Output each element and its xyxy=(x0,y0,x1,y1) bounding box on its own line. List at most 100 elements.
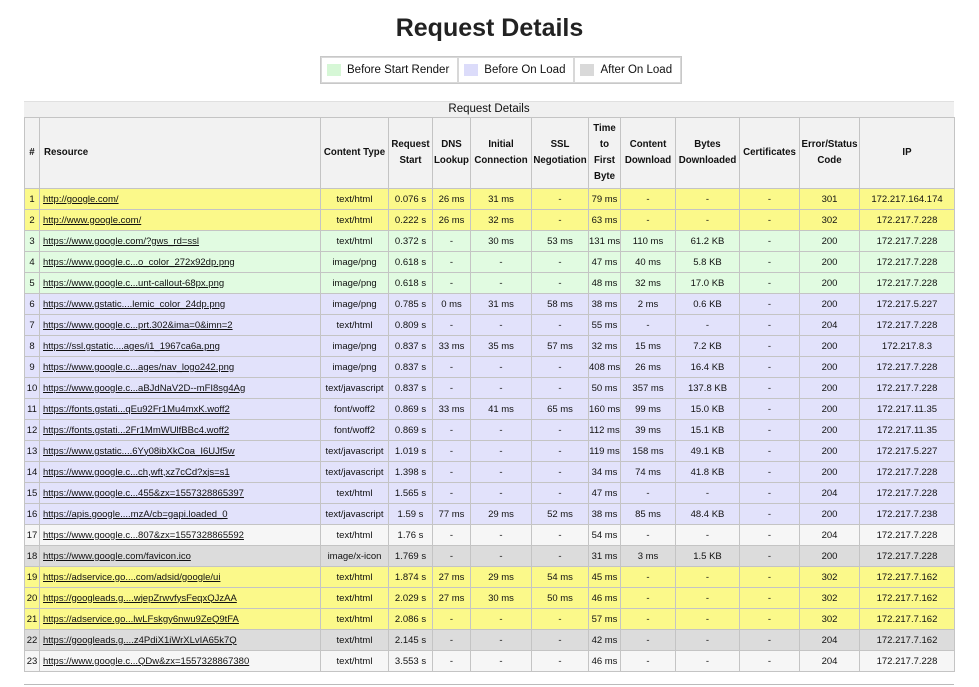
request-start: 2.145 s xyxy=(388,629,433,651)
resource-url-link[interactable]: https://www.google.c...ch,wft,xz7cCd?xjs… xyxy=(43,467,230,478)
table-row: 15 https://www.google.c...455&zx=15573288… xyxy=(24,482,955,504)
content-download: - xyxy=(620,314,676,336)
resource-url-link[interactable]: http://www.google.com/ xyxy=(43,215,141,226)
resource-url-link[interactable]: https://googleads.g....z4PdiX1iWrXLvIA65… xyxy=(43,635,237,646)
initial-connection: 32 ms xyxy=(470,209,532,231)
resource-url-link[interactable]: https://www.google.c...QDw&zx=1557328867… xyxy=(43,656,249,667)
ip-address: 172.217.7.228 xyxy=(859,209,955,231)
table-row: 20 https://googleads.g....wjepZrwvfysFeqx… xyxy=(24,587,955,609)
dns-lookup: 77 ms xyxy=(432,503,471,525)
row-index: 8 xyxy=(24,335,40,357)
table-row: 18 https://www.google.com/favicon.ico imag… xyxy=(24,545,955,567)
ip-address: 172.217.7.228 xyxy=(859,482,955,504)
certificates: - xyxy=(739,629,800,651)
dns-lookup: 26 ms xyxy=(432,209,471,231)
ip-address: 172.217.7.228 xyxy=(859,356,955,378)
content-download: 15 ms xyxy=(620,335,676,357)
dns-lookup: - xyxy=(432,251,471,273)
content-type: text/javascript xyxy=(320,440,389,462)
header-content-type: Content Type xyxy=(320,117,389,189)
content-download: 39 ms xyxy=(620,419,676,441)
certificates: - xyxy=(739,272,800,294)
initial-connection: - xyxy=(470,419,532,441)
request-start: 1.398 s xyxy=(388,461,433,483)
header-bytes-downloaded: Bytes Downloaded xyxy=(675,117,740,189)
certificates: - xyxy=(739,356,800,378)
initial-connection: 29 ms xyxy=(470,503,532,525)
request-start: 0.372 s xyxy=(388,230,433,252)
ttfb: 47 ms xyxy=(588,251,621,273)
dns-lookup: - xyxy=(432,440,471,462)
request-start: 0.837 s xyxy=(388,356,433,378)
resource-url-link[interactable]: https://www.google.c...unt-callout-68px.… xyxy=(43,278,224,289)
ttfb: 131 ms xyxy=(588,230,621,252)
resource-url-link[interactable]: https://www.google.c...aBJdNaV2D--mFI8sg… xyxy=(43,383,245,394)
status-code: 302 xyxy=(799,608,860,630)
ttfb: 119 ms xyxy=(588,440,621,462)
resource-url-link[interactable]: https://www.google.c...o_color_272x92dp.… xyxy=(43,257,235,268)
ssl-negotiation: 50 ms xyxy=(531,587,589,609)
resource-url-link[interactable]: https://apis.google....mzA/cb=gapi.loade… xyxy=(43,509,228,520)
content-type: image/png xyxy=(320,272,389,294)
bytes-downloaded: - xyxy=(675,608,740,630)
status-code: 301 xyxy=(799,188,860,210)
certificates: - xyxy=(739,608,800,630)
initial-connection: - xyxy=(470,440,532,462)
resource-url-link[interactable]: https://adservice.go....com/adsid/google… xyxy=(43,572,220,583)
status-code: 200 xyxy=(799,545,860,567)
resource-link: https://adservice.go....com/adsid/google… xyxy=(39,566,321,588)
resource-link: https://www.google.com/?gws_rd=ssl xyxy=(39,230,321,252)
ttfb: 47 ms xyxy=(588,482,621,504)
request-start: 0.869 s xyxy=(388,419,433,441)
table-body: 1 http://google.com/text/html 0.076 s 26 ms… xyxy=(24,188,955,672)
resource-url-link[interactable]: https://www.google.c...ages/nav_logo242.… xyxy=(43,362,234,373)
request-start: 0.076 s xyxy=(388,188,433,210)
request-start: 1.019 s xyxy=(388,440,433,462)
resource-url-link[interactable]: https://googleads.g....wjepZrwvfysFeqxQJ… xyxy=(43,593,237,604)
certificates: - xyxy=(739,650,800,672)
status-code: 302 xyxy=(799,209,860,231)
row-index: 18 xyxy=(24,545,40,567)
resource-url-link[interactable]: https://fonts.gstati...qEu92Fr1Mu4mxK.wo… xyxy=(43,404,230,415)
dns-lookup: - xyxy=(432,482,471,504)
content-download: 110 ms xyxy=(620,230,676,252)
row-index: 22 xyxy=(24,629,40,651)
legend-label: Before Start Render xyxy=(347,64,450,76)
resource-url-link[interactable]: https://www.google.c...455&zx=1557328865… xyxy=(43,488,244,499)
bytes-downloaded: 15.1 KB xyxy=(675,419,740,441)
resource-url-link[interactable]: https://www.google.com/favicon.ico xyxy=(43,551,191,562)
row-index: 21 xyxy=(24,608,40,630)
resource-url-link[interactable]: http://google.com/ xyxy=(43,194,119,205)
initial-connection: 30 ms xyxy=(470,587,532,609)
ssl-negotiation: - xyxy=(531,524,589,546)
resource-url-link[interactable]: https://fonts.gstati...2Fr1MmWUlfBBc4.wo… xyxy=(43,425,229,436)
ssl-negotiation: 65 ms xyxy=(531,398,589,420)
resource-url-link[interactable]: https://adservice.go...lwLFskgy6nwu9ZeQ9… xyxy=(43,614,239,625)
legend-item-before-start-render: Before Start Render xyxy=(321,57,459,83)
content-download: - xyxy=(620,209,676,231)
resource-link: https://www.google.c...unt-callout-68px.… xyxy=(39,272,321,294)
dns-lookup: - xyxy=(432,377,471,399)
resource-url-link[interactable]: https://www.google.com/?gws_rd=ssl xyxy=(43,236,199,247)
content-download: - xyxy=(620,587,676,609)
ssl-negotiation: - xyxy=(531,356,589,378)
status-code: 204 xyxy=(799,314,860,336)
certificates: - xyxy=(739,482,800,504)
ttfb: 160 ms xyxy=(588,398,621,420)
request-start: 0.222 s xyxy=(388,209,433,231)
header-ttfb: Time to First Byte xyxy=(588,117,621,189)
resource-url-link[interactable]: https://www.gstatic....lemic_color_24dp.… xyxy=(43,299,225,310)
ttfb: 45 ms xyxy=(588,566,621,588)
resource-url-link[interactable]: https://ssl.gstatic....ages/i1_1967ca6a.… xyxy=(43,341,220,352)
request-start: 1.59 s xyxy=(388,503,433,525)
ttfb: 55 ms xyxy=(588,314,621,336)
initial-connection: 31 ms xyxy=(470,188,532,210)
initial-connection: 35 ms xyxy=(470,335,532,357)
content-type: image/png xyxy=(320,293,389,315)
ttfb: 408 ms xyxy=(588,356,621,378)
header-resource: Resource xyxy=(39,117,321,189)
resource-url-link[interactable]: https://www.google.c...prt.302&ima=0&imn… xyxy=(43,320,233,331)
resource-url-link[interactable]: https://www.gstatic....6Yy08ibXkCoa_I6UJ… xyxy=(43,446,235,457)
initial-connection: - xyxy=(470,629,532,651)
resource-url-link[interactable]: https://www.google.c...807&zx=1557328865… xyxy=(43,530,244,541)
